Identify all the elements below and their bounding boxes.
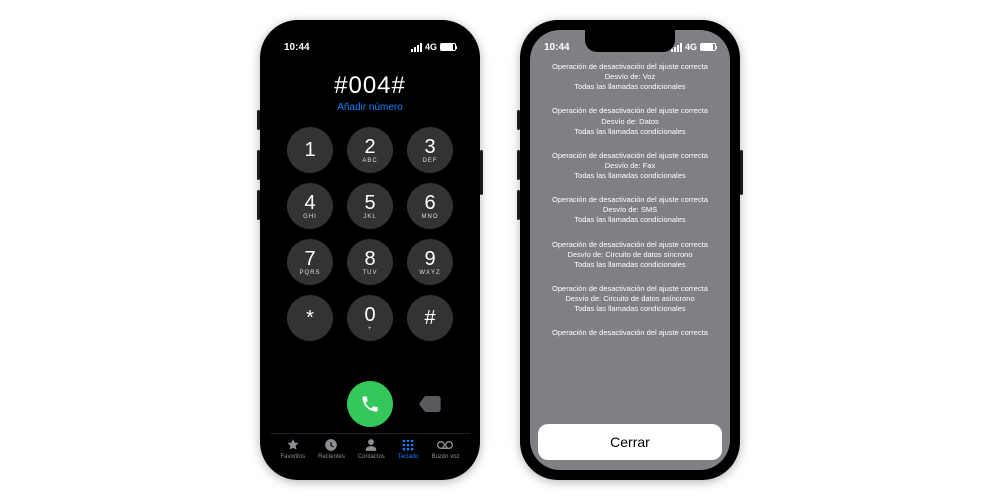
add-number-link[interactable]: Añadir número — [270, 102, 470, 113]
key-4[interactable]: 4GHI — [287, 183, 333, 229]
result-line: Operación de desactivación del ajuste co… — [536, 62, 724, 72]
key-9[interactable]: 9WXYZ — [407, 239, 453, 285]
status-time: 10:44 — [544, 42, 570, 53]
result-message: Operación de desactivación del ajuste co… — [536, 240, 724, 270]
backspace-icon — [419, 396, 441, 412]
result-message: Operación de desactivación del ajuste co… — [536, 62, 724, 92]
tab-contacts[interactable]: Contactos — [358, 438, 385, 460]
phone-icon — [360, 394, 380, 414]
key-7[interactable]: 7PQRS — [287, 239, 333, 285]
network-label: 4G — [425, 42, 437, 52]
tab-label: Teclado — [398, 454, 419, 460]
key-digit: 2 — [364, 137, 375, 157]
key-letters: + — [368, 326, 373, 332]
status-time: 10:44 — [284, 42, 310, 53]
result-body: Operación de desactivación del ajuste co… — [530, 58, 730, 424]
key-*[interactable]: * — [287, 295, 333, 341]
battery-icon — [700, 43, 716, 51]
key-5[interactable]: 5JKL — [347, 183, 393, 229]
key-letters: GHI — [303, 214, 317, 220]
result-message: Operación de desactivación del ajuste co… — [536, 284, 724, 314]
result-line: Todas las llamadas condicionales — [536, 304, 724, 314]
result-line: Todas las llamadas condicionales — [536, 127, 724, 137]
dialed-number: #004# — [270, 72, 470, 100]
phone-result: 10:44 4G Operación de desactivación del … — [520, 20, 740, 480]
result-line: Desvío de: SMS — [536, 205, 724, 215]
favorites-icon — [285, 438, 301, 452]
result-line: Operación de desactivación del ajuste co… — [536, 106, 724, 116]
key-letters: WXYZ — [419, 270, 440, 276]
key-1[interactable]: 1 — [287, 127, 333, 173]
result-line: Desvío de: Voz — [536, 72, 724, 82]
result-line: Operación de desactivación del ajuste co… — [536, 195, 724, 205]
key-digit: * — [306, 308, 314, 328]
dial-display: #004# Añadir número — [270, 58, 470, 117]
key-digit: 3 — [424, 137, 435, 157]
result-line: Todas las llamadas condicionales — [536, 171, 724, 181]
key-6[interactable]: 6MNO — [407, 183, 453, 229]
result-line: Operación de desactivación del ajuste co… — [536, 151, 724, 161]
contacts-icon — [363, 438, 379, 452]
tab-label: Buzón voz — [431, 454, 459, 460]
battery-icon — [440, 43, 456, 51]
call-button[interactable] — [347, 381, 393, 427]
result-message: Operación de desactivación del ajuste co… — [536, 151, 724, 181]
network-label: 4G — [685, 42, 697, 52]
result-message: Operación de desactivación del ajuste co… — [536, 106, 724, 136]
result-line: Operación de desactivación del ajuste co… — [536, 328, 724, 338]
key-#[interactable]: # — [407, 295, 453, 341]
key-digit: 5 — [364, 193, 375, 213]
phone-dialer: 10:44 4G #004# Añadir número 1 2ABC 3DEF 4G… — [260, 20, 480, 480]
result-line: Todas las llamadas condicionales — [536, 215, 724, 225]
tab-voicemail[interactable]: Buzón voz — [431, 438, 459, 460]
result-line: Desvío de: Circuito de datos asíncrono — [536, 294, 724, 304]
key-3[interactable]: 3DEF — [407, 127, 453, 173]
key-0[interactable]: 0+ — [347, 295, 393, 341]
key-2[interactable]: 2ABC — [347, 127, 393, 173]
key-letters: TUV — [363, 270, 378, 276]
key-digit: 0 — [364, 305, 375, 325]
result-line: Operación de desactivación del ajuste co… — [536, 284, 724, 294]
tab-keypad[interactable]: Teclado — [398, 438, 419, 460]
key-digit: 1 — [304, 140, 315, 160]
keypad: 12ABC3DEF4GHI5JKL6MNO7PQRS8TUV9WXYZ*0+# — [270, 117, 470, 375]
result-line: Desvío de: Fax — [536, 161, 724, 171]
tab-bar: Favoritos Recientes Contactos Teclado Buzón … — [270, 433, 470, 470]
result-line: Todas las llamadas condicionales — [536, 260, 724, 270]
tab-favorites[interactable]: Favoritos — [280, 438, 305, 460]
keypad-icon — [400, 438, 416, 452]
recents-icon — [323, 438, 339, 452]
voicemail-icon — [437, 438, 453, 452]
key-8[interactable]: 8TUV — [347, 239, 393, 285]
key-letters: JKL — [363, 214, 376, 220]
result-message: Operación de desactivación del ajuste co… — [536, 328, 724, 338]
close-button[interactable]: Cerrar — [538, 424, 722, 460]
key-digit: 8 — [364, 249, 375, 269]
result-line: Desvío de: Datos — [536, 117, 724, 127]
key-digit: 9 — [424, 249, 435, 269]
key-digit: 7 — [304, 249, 315, 269]
key-letters: MNO — [422, 214, 439, 220]
key-letters: ABC — [362, 158, 377, 164]
key-letters: DEF — [423, 158, 438, 164]
delete-button[interactable] — [418, 395, 442, 413]
result-message: Operación de desactivación del ajuste co… — [536, 195, 724, 225]
tab-label: Favoritos — [280, 454, 305, 460]
key-letters: PQRS — [299, 270, 320, 276]
key-digit: 6 — [424, 193, 435, 213]
result-line: Desvío de: Circuito de datos síncrono — [536, 250, 724, 260]
key-digit: 4 — [304, 193, 315, 213]
tab-label: Contactos — [358, 454, 385, 460]
tab-label: Recientes — [318, 454, 345, 460]
result-line: Operación de desactivación del ajuste co… — [536, 240, 724, 250]
tab-recents[interactable]: Recientes — [318, 438, 345, 460]
key-digit: # — [424, 308, 435, 328]
result-line: Todas las llamadas condicionales — [536, 82, 724, 92]
